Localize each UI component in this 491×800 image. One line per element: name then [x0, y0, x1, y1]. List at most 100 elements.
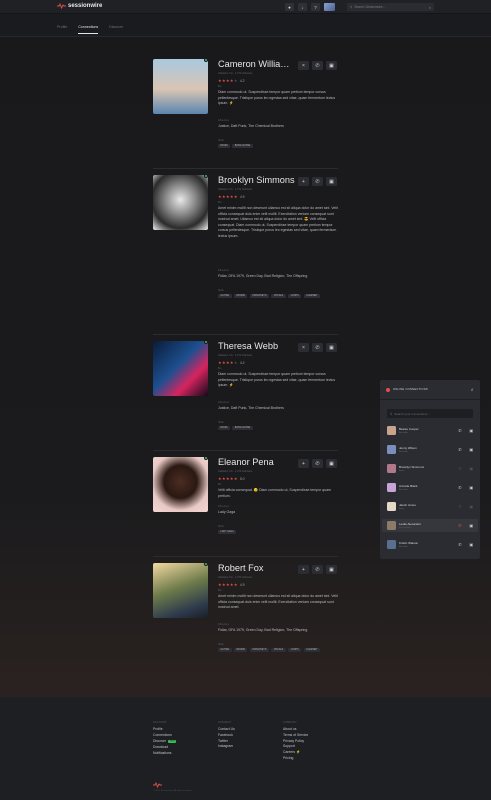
footer-link-label[interactable]: Twitter: [218, 739, 228, 743]
profile-photo[interactable]: [153, 175, 208, 230]
profile-photo[interactable]: [153, 457, 208, 512]
skills-list: LADY GAGA: [218, 530, 338, 535]
footer-link-label[interactable]: Careers ⚡: [283, 750, 300, 754]
download-icon[interactable]: ↓: [298, 3, 307, 11]
contact-row[interactable]: Leslie Alexander In a session ✆ ▣: [382, 519, 478, 532]
contact-row[interactable]: Jacob Jones Away ✆ ▣: [382, 500, 478, 513]
footer-link-label[interactable]: Terms of Service: [283, 733, 308, 737]
profile-name[interactable]: Robert Fox: [218, 563, 296, 573]
chat-icon[interactable]: ▣: [469, 523, 473, 528]
call-button[interactable]: ✆: [312, 177, 323, 186]
footer-link-label[interactable]: Discover: [153, 739, 166, 743]
call-button[interactable]: ✆: [312, 565, 323, 574]
footer-link[interactable]: Pricing: [283, 756, 308, 762]
footer-logo[interactable]: [153, 781, 162, 789]
help-icon[interactable]: ?: [311, 3, 320, 11]
contact-row[interactable]: Annette Black Available ✆ ▣: [382, 481, 478, 494]
rating: ★★★★★ 4.9: [218, 582, 245, 587]
profile-meta: Oakland, CA · 1,372 followers: [218, 72, 253, 75]
profile-photo[interactable]: [153, 563, 208, 618]
profile-name[interactable]: Theresa Webb: [218, 341, 296, 351]
footer-link-label[interactable]: Notifications: [153, 751, 171, 755]
skill-tag: GUITAR: [218, 648, 232, 653]
chat-icon[interactable]: ▣: [469, 485, 473, 490]
panel-header[interactable]: ONLINE CONNECTIONS ⇵: [380, 380, 480, 400]
phone-icon[interactable]: ✆: [458, 542, 461, 547]
tab-profile[interactable]: Profile: [57, 25, 67, 34]
chat-icon[interactable]: ▣: [469, 542, 473, 547]
brand-logo[interactable]: sessionwire: [57, 3, 102, 9]
footer-link[interactable]: Instagram: [218, 744, 235, 750]
skill-tag: DRUM: [218, 144, 230, 149]
skill-tag: BASS GUITAR: [232, 426, 253, 431]
panel-title: ONLINE CONNECTIONS: [393, 388, 428, 391]
chat-icon[interactable]: ▣: [469, 504, 473, 509]
remove-connection-button[interactable]: ×: [298, 61, 309, 70]
chat-icon: ▣: [329, 566, 334, 573]
chat-icon[interactable]: ▣: [469, 428, 473, 433]
message-button[interactable]: ▣: [326, 565, 337, 574]
call-button[interactable]: ✆: [312, 343, 323, 352]
phone-icon[interactable]: ✆: [458, 504, 461, 509]
footer-link-label[interactable]: Pricing: [283, 756, 293, 760]
footer-link[interactable]: Notifications: [153, 751, 176, 757]
close-icon[interactable]: ×: [429, 5, 431, 10]
bell-icon[interactable]: ●: [285, 3, 294, 11]
add-connection-button[interactable]: +: [298, 459, 309, 468]
footer-link-label[interactable]: Profile: [153, 727, 163, 731]
phone-icon[interactable]: ✆: [458, 447, 461, 452]
footer-link-label[interactable]: About us: [283, 727, 296, 731]
contact-row[interactable]: Brooklyn Simmons Away ✆ ▣: [382, 462, 478, 475]
remove-connection-button[interactable]: ×: [298, 343, 309, 352]
contact-row[interactable]: Jenny Wilson Available ✆ ▣: [382, 443, 478, 456]
search-placeholder: Search Sessionwire...: [354, 5, 386, 9]
contact-row[interactable]: Kristin Watson Available ✆ ▣: [382, 538, 478, 551]
call-button[interactable]: ✆: [312, 459, 323, 468]
chat-icon[interactable]: ▣: [469, 447, 473, 452]
contact-row[interactable]: Bessie Cooper Available ✆ ▣: [382, 424, 478, 437]
profile-photo[interactable]: [153, 59, 208, 114]
online-connections-panel: ONLINE CONNECTIONS ⇵ ⚲ Search your conne…: [380, 380, 480, 559]
footer-link-label[interactable]: Connections: [153, 733, 172, 737]
footer-link-label[interactable]: Download: [153, 745, 168, 749]
message-button[interactable]: ▣: [326, 177, 337, 186]
user-avatar[interactable]: [324, 3, 335, 11]
phone-icon[interactable]: ✆: [458, 485, 461, 490]
footer-link-label[interactable]: Privacy Policy: [283, 739, 304, 743]
influences-label: Influences: [218, 269, 229, 272]
add-connection-button[interactable]: +: [298, 565, 309, 574]
phone-icon[interactable]: ✆: [458, 428, 461, 433]
profile-name[interactable]: Cameron Williamson: [218, 59, 296, 69]
footer-link-label[interactable]: Facebook: [218, 733, 233, 737]
add-connection-button[interactable]: +: [298, 177, 309, 186]
connections-search-input[interactable]: ⚲ Search your connections...: [387, 409, 473, 418]
footer-link-label[interactable]: Support: [283, 744, 295, 748]
call-button[interactable]: ✆: [312, 61, 323, 70]
message-button[interactable]: ▣: [326, 343, 337, 352]
rating-value: 5.0: [239, 476, 245, 481]
profile-name[interactable]: Brooklyn Simmons: [218, 175, 296, 185]
hangup-icon[interactable]: ✆: [458, 523, 461, 528]
skill-tag: CLARINET: [303, 648, 320, 653]
plus-icon: +: [302, 566, 305, 573]
skills-label: Skills: [218, 421, 224, 424]
footer-link[interactable]: Discover NEW: [153, 739, 177, 746]
chevron-updown-icon[interactable]: ⇵: [471, 388, 474, 392]
tab-discover[interactable]: Discover: [109, 25, 123, 34]
global-search-input[interactable]: ⚲ Search Sessionwire... ×: [347, 3, 434, 11]
chat-icon[interactable]: ▣: [469, 466, 473, 471]
message-button[interactable]: ▣: [326, 459, 337, 468]
footer-link-label[interactable]: Instagram: [218, 744, 233, 748]
message-button[interactable]: ▣: [326, 61, 337, 70]
tab-connections[interactable]: Connections: [78, 25, 99, 34]
profile-photo[interactable]: [153, 341, 208, 396]
divider: [0, 36, 491, 37]
profile-name[interactable]: Eleanor Pena: [218, 457, 296, 467]
skill-tag: GUITAR: [218, 294, 232, 299]
bio-label: Bio: [218, 483, 222, 486]
footer-column: ACCOUNT Profile Connections Discover NEW Down…: [153, 721, 177, 757]
rating-value: 4.9: [239, 582, 245, 587]
footer-link-label[interactable]: Contact Us: [218, 727, 235, 731]
phone-icon[interactable]: ✆: [458, 466, 461, 471]
profile-meta: Oakland, CA · 1,372 followers: [218, 576, 253, 579]
